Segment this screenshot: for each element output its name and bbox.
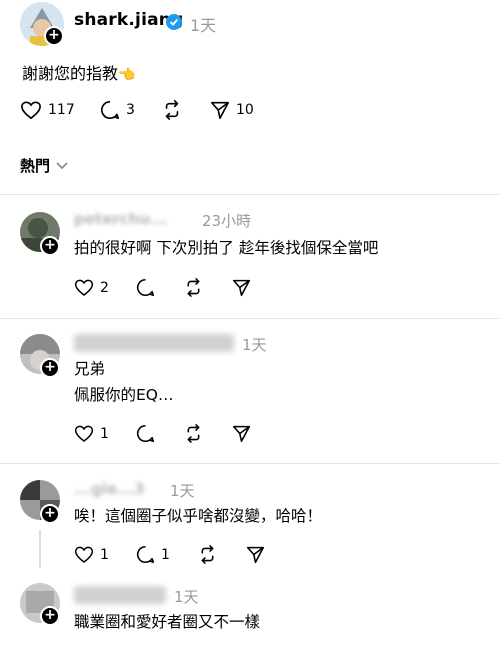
follow-commenter-plus-icon[interactable]: +	[40, 358, 60, 378]
send-icon	[232, 425, 251, 443]
thread-connector-line	[39, 530, 41, 568]
repost-button[interactable]	[162, 100, 182, 120]
comment-reply-button[interactable]: 1	[136, 545, 170, 564]
send-icon	[246, 546, 265, 564]
follow-commenter-plus-icon[interactable]: +	[40, 236, 60, 256]
post-text: 謝謝您的指教👈	[22, 64, 136, 83]
reply-bubble-icon	[136, 545, 155, 564]
send-icon	[211, 101, 229, 119]
repost-icon	[165, 100, 179, 120]
share-count: 10	[236, 102, 254, 118]
like-button[interactable]: 117	[20, 100, 75, 120]
comment-like-button[interactable]: 2	[74, 278, 109, 297]
comment-like-count: 1	[100, 546, 109, 563]
divider	[0, 318, 500, 319]
comment-username[interactable]: peterchu...	[74, 210, 167, 228]
heart-icon	[21, 101, 41, 120]
comment-username-redacted[interactable]	[74, 586, 166, 604]
sort-label: 熱門	[20, 157, 51, 175]
post-time: 1天	[190, 16, 217, 35]
comment-text-line-2: 佩服你的EQ…	[74, 386, 174, 404]
pointing-hand-emoji: 👈	[118, 67, 136, 83]
follow-commenter-plus-icon[interactable]: +	[40, 504, 60, 524]
heart-icon	[74, 425, 94, 442]
reply-bubble-icon	[136, 278, 155, 297]
comment-time: 1天	[170, 482, 195, 500]
comment-reply-count: 1	[161, 546, 170, 563]
comment-text: 唉！這個圈子似乎啥都沒變，哈哈！	[74, 507, 323, 525]
share-button[interactable]: 10	[210, 100, 254, 120]
comment-time: 1天	[174, 588, 199, 606]
comment-repost-button[interactable]	[198, 545, 217, 564]
like-count: 117	[48, 102, 75, 118]
comment-like-count: 1	[100, 425, 109, 442]
heart-icon	[74, 546, 94, 563]
reply-bubble-icon	[136, 424, 155, 443]
reply-button[interactable]: 3	[100, 100, 135, 120]
comment-share-button[interactable]	[232, 278, 251, 297]
comment-repost-button[interactable]	[184, 424, 203, 443]
reply-count: 3	[126, 102, 135, 118]
comment-text-line-1: 兄弟	[74, 360, 106, 378]
comment-time: 23小時	[202, 212, 252, 230]
comment-reply-button[interactable]	[136, 278, 155, 297]
comment-like-count: 2	[100, 279, 109, 296]
send-icon	[232, 279, 251, 297]
comment-text: 拍的很好啊 下次別拍了 趁年後找個保全當吧	[74, 239, 379, 257]
reply-bubble-icon	[101, 101, 119, 119]
divider	[0, 194, 500, 195]
comment-share-button[interactable]	[246, 545, 265, 564]
repost-icon	[201, 545, 214, 564]
chevron-down-icon	[56, 161, 68, 169]
repost-icon	[187, 278, 200, 297]
comment-share-button[interactable]	[232, 424, 251, 443]
comment-repost-button[interactable]	[184, 278, 203, 297]
verified-badge-icon	[166, 14, 182, 30]
comment-like-button[interactable]: 1	[74, 424, 109, 443]
comment-like-button[interactable]: 1	[74, 545, 109, 564]
comment-reply-button[interactable]	[136, 424, 155, 443]
comment-text: 職業圈和愛好者圈又不一樣	[74, 613, 261, 631]
follow-commenter-plus-icon[interactable]: +	[40, 606, 60, 626]
comment-username[interactable]: ...gie...3	[74, 480, 145, 498]
comment-username-redacted[interactable]	[74, 334, 234, 352]
repost-icon	[187, 424, 200, 443]
comment-time: 1天	[242, 336, 267, 354]
sort-dropdown[interactable]: 熱門	[20, 155, 68, 176]
divider	[0, 463, 500, 464]
heart-icon	[74, 279, 94, 296]
follow-author-plus-icon[interactable]: +	[44, 26, 64, 46]
